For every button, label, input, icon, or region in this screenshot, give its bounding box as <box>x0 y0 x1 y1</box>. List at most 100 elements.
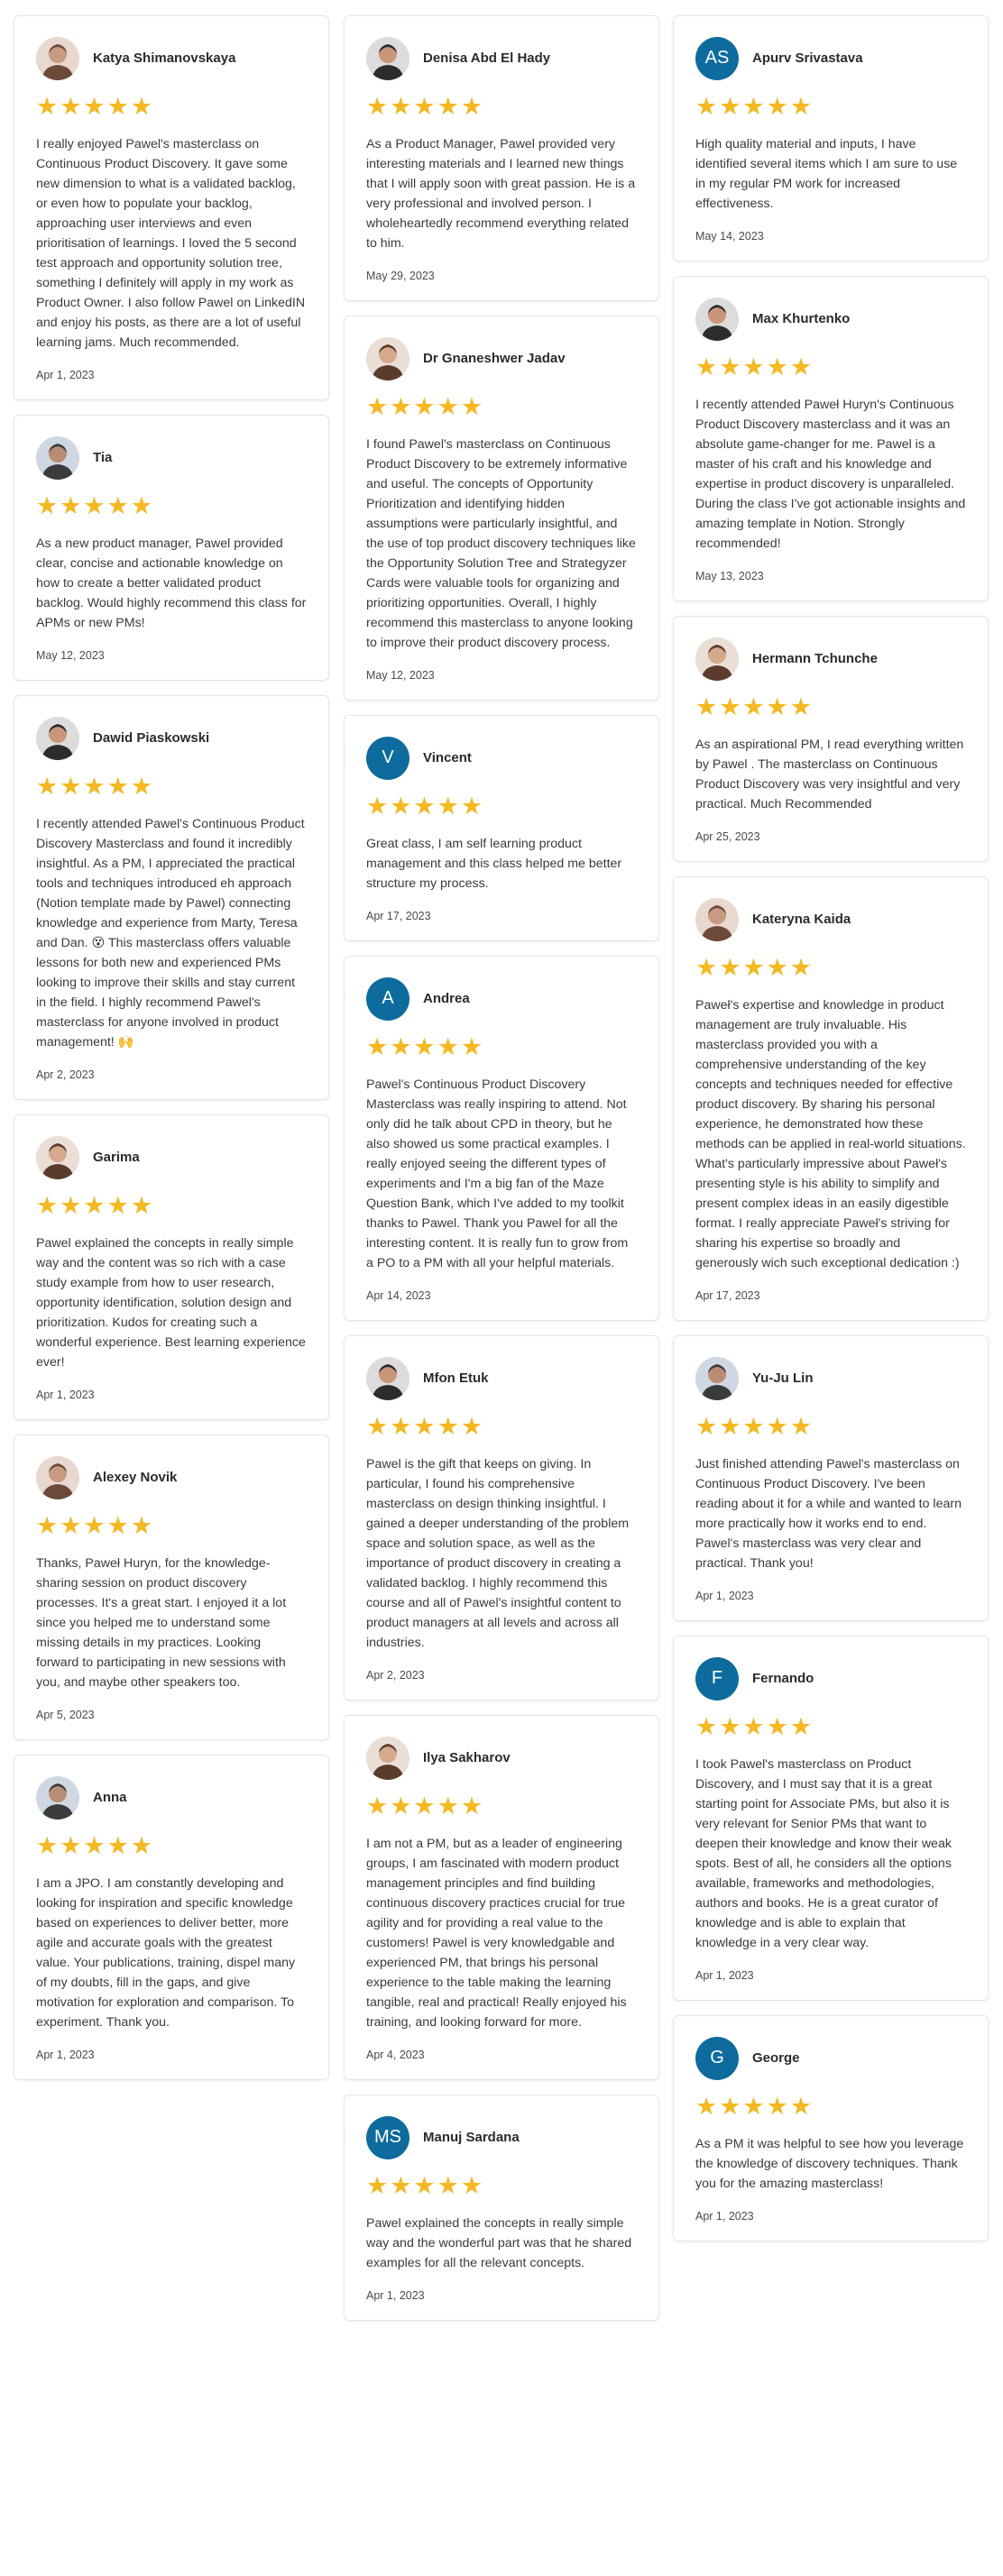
review-text: Pawel explained the concepts in really s… <box>366 2216 632 2270</box>
avatar-initials: AS <box>695 36 739 80</box>
avatar-initials-text: V <box>382 747 394 767</box>
reviewer-header: Dawid Piaskowski <box>36 716 307 760</box>
reviewer-header: V Vincent <box>366 736 637 780</box>
star-rating-icon: ★★★★★ <box>695 954 814 981</box>
reviewer-header: G George <box>695 2036 966 2080</box>
review-date: May 14, 2023 <box>695 230 764 243</box>
reviewer-name: Manuj Sardana <box>423 2130 520 2145</box>
reviewer-header: Hermann Tchunche <box>695 637 966 681</box>
star-rating-icon: ★★★★★ <box>695 93 814 120</box>
review-text: I really enjoyed Pawel's masterclass on … <box>36 137 306 350</box>
star-rating-icon: ★★★★★ <box>36 1512 155 1539</box>
testimonial-card: AS Apurv Srivastava ★★★★★ High quality mate… <box>673 15 989 261</box>
review-text: High quality material and inputs, I have… <box>695 137 958 211</box>
testimonial-card: Alexey Novik ★★★★★ Thanks, Paweł Huryn, fo… <box>14 1435 329 1740</box>
reviewer-header: Katya Shimanovskaya <box>36 36 307 80</box>
star-rating-icon: ★★★★★ <box>366 1792 485 1820</box>
reviewer-name: Andrea <box>423 991 470 1006</box>
testimonial-card: Garima ★★★★★ Pawel explained the concepts … <box>14 1114 329 1420</box>
avatar-initials: A <box>366 976 409 1021</box>
review-date: Apr 1, 2023 <box>695 2210 754 2223</box>
reviewer-name: Vincent <box>423 750 472 765</box>
review-date: Apr 1, 2023 <box>695 1969 754 1982</box>
testimonial-card: A Andrea ★★★★★ Pawel's Continuous Product D… <box>344 956 659 1321</box>
review-text: As an aspirational PM, I read everything… <box>695 738 964 811</box>
review-text: Pawel's Continuous Product Discovery Mas… <box>366 1077 629 1270</box>
reviewer-header: Garima <box>36 1135 307 1179</box>
avatar-initials-text: A <box>382 988 394 1008</box>
review-date: Apr 17, 2023 <box>695 1289 760 1302</box>
reviewer-name: Max Khurtenko <box>752 311 851 326</box>
reviewer-name: Ilya Sakharov <box>423 1750 511 1765</box>
review-date: Apr 1, 2023 <box>366 2289 425 2302</box>
avatar-initials-text: AS <box>704 48 730 68</box>
review-text: Thanks, Paweł Huryn, for the knowledge-s… <box>36 1556 287 1690</box>
star-rating-icon: ★★★★★ <box>36 93 155 120</box>
testimonial-card: F Fernando ★★★★★ I took Pawel's masterclass… <box>673 1636 989 2001</box>
testimonial-card: Kateryna Kaida ★★★★★ Paweł's expertise and… <box>673 876 989 1321</box>
testimonials-column-1: Katya Shimanovskaya ★★★★★ I really enjoyed… <box>14 15 329 2095</box>
reviewer-header: Denisa Abd El Hady <box>366 36 637 80</box>
star-rating-icon: ★★★★★ <box>366 1033 485 1060</box>
reviewer-header: Yu-Ju Lin <box>695 1356 966 1400</box>
testimonial-card: Dawid Piaskowski ★★★★★ I recently attended… <box>14 695 329 1100</box>
reviewer-name: Dr Gnaneshwer Jadav <box>423 351 566 366</box>
review-date: Apr 2, 2023 <box>366 1669 425 1682</box>
review-date: Apr 1, 2023 <box>695 1590 754 1602</box>
star-rating-icon: ★★★★★ <box>695 353 814 380</box>
testimonials-column-2: Denisa Abd El Hady ★★★★★ As a Product Mana… <box>344 15 659 2335</box>
reviewer-name: Mfon Etuk <box>423 1371 489 1386</box>
reviewer-name: Kateryna Kaida <box>752 912 851 927</box>
review-date: Apr 17, 2023 <box>366 910 431 922</box>
reviewer-header: AS Apurv Srivastava <box>695 36 966 80</box>
review-date: Apr 4, 2023 <box>366 2049 425 2061</box>
testimonial-card: Denisa Abd El Hady ★★★★★ As a Product Mana… <box>344 15 659 301</box>
avatar-photo <box>695 897 739 941</box>
reviewer-name: Denisa Abd El Hady <box>423 50 551 66</box>
reviewer-header: Tia <box>36 435 307 480</box>
reviewer-name: Anna <box>93 1790 127 1805</box>
review-date: Apr 1, 2023 <box>36 369 95 381</box>
reviewer-name: Tia <box>93 450 113 465</box>
reviewer-header: MS Manuj Sardana <box>366 2115 637 2159</box>
avatar-photo <box>695 1356 739 1400</box>
avatar-initials-text: MS <box>374 2127 401 2147</box>
review-text: I took Pawel's masterclass on Product Di… <box>695 1757 952 1950</box>
review-text: Paweł's expertise and knowledge in produ… <box>695 998 966 1270</box>
star-rating-icon: ★★★★★ <box>366 393 485 420</box>
testimonial-card: Max Khurtenko ★★★★★ I recently attended Pa… <box>673 276 989 601</box>
avatar-initials: F <box>695 1656 739 1701</box>
avatar-photo <box>36 1775 79 1820</box>
review-text: As a PM it was helpful to see how you le… <box>695 2137 964 2191</box>
testimonial-card: Anna ★★★★★ I am a JPO. I am constantly dev… <box>14 1755 329 2080</box>
avatar-photo <box>366 1736 409 1780</box>
review-text: I am a JPO. I am constantly developing a… <box>36 1876 296 2030</box>
reviewer-header: F Fernando <box>695 1656 966 1701</box>
avatar-photo <box>36 716 79 760</box>
review-date: Apr 1, 2023 <box>36 2049 95 2061</box>
avatar-photo <box>36 1455 79 1499</box>
review-date: Apr 14, 2023 <box>366 1289 431 1302</box>
avatar-initials: MS <box>366 2115 409 2159</box>
star-rating-icon: ★★★★★ <box>366 2172 485 2199</box>
review-date: Apr 2, 2023 <box>36 1068 95 1081</box>
review-date: Apr 5, 2023 <box>36 1709 95 1721</box>
review-text: Just finished attending Pawel's mastercl… <box>695 1457 962 1571</box>
review-date: May 12, 2023 <box>36 649 105 662</box>
review-date: Apr 25, 2023 <box>695 830 760 843</box>
reviewer-header: Max Khurtenko <box>695 297 966 341</box>
reviewer-header: A Andrea <box>366 976 637 1021</box>
testimonial-card: G George ★★★★★ As a PM it was helpful to se… <box>673 2015 989 2241</box>
review-text: Pawel explained the concepts in really s… <box>36 1236 306 1370</box>
testimonial-card: Dr Gnaneshwer Jadav ★★★★★ I found Pawel's … <box>344 316 659 701</box>
reviewer-name: Apurv Srivastava <box>752 50 863 66</box>
reviewer-name: George <box>752 2050 800 2066</box>
review-text: I recently attended Pawel's Continuous P… <box>36 817 305 1050</box>
reviewer-name: Garima <box>93 1150 140 1165</box>
avatar-initials-text: G <box>710 2048 724 2067</box>
avatar-photo <box>366 1356 409 1400</box>
testimonial-card: Hermann Tchunche ★★★★★ As an aspirational … <box>673 616 989 862</box>
star-rating-icon: ★★★★★ <box>695 2093 814 2120</box>
testimonial-card: MS Manuj Sardana ★★★★★ Pawel explained the … <box>344 2095 659 2321</box>
avatar-photo <box>366 36 409 80</box>
